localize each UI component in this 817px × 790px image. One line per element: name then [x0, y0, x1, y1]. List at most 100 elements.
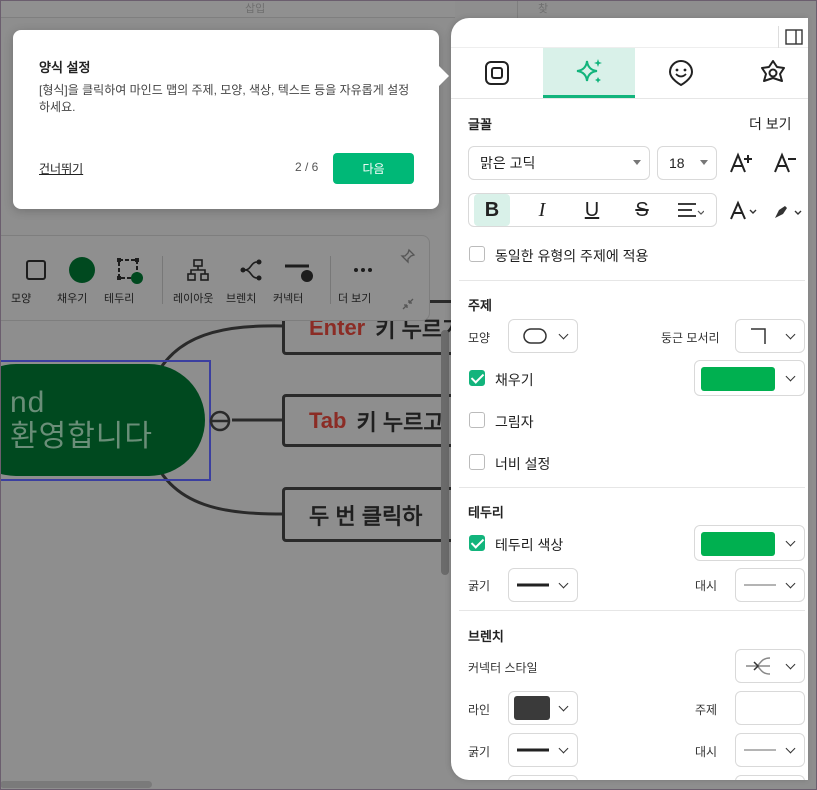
divider: [459, 280, 805, 281]
topic-section-title: 주제: [468, 298, 492, 313]
underline-button[interactable]: U: [574, 194, 610, 226]
collapse-toolbar-icon[interactable]: [400, 296, 416, 312]
border-color-label: 테두리 색상: [495, 537, 564, 553]
fill-checkbox[interactable]: [469, 370, 485, 386]
more-dots-icon: [338, 256, 388, 284]
toolbar-layout-button[interactable]: 레이아웃: [173, 256, 223, 305]
divider: [459, 610, 805, 611]
skip-link[interactable]: 건너뛰기: [39, 160, 83, 177]
emoji-icon: [668, 59, 694, 87]
floating-format-toolbar: 모양 채우기 테두리 레이아웃 브렌치 커넥터 더 보기: [0, 235, 430, 321]
topic-key: Tab: [309, 407, 347, 433]
branch-dash-select[interactable]: [735, 733, 805, 767]
fill-color-select[interactable]: [694, 360, 805, 396]
border-weight-select[interactable]: [508, 568, 578, 602]
theme-flower-icon: [761, 60, 785, 82]
text-format-group: B I U S: [468, 193, 717, 227]
border-dash-label: 대시: [695, 579, 718, 593]
branch-weight-label: 굵기: [468, 745, 491, 759]
thick-line-icon: [517, 583, 549, 587]
chevron-down-icon: [558, 329, 569, 340]
topic-tab[interactable]: Tab 키 누르고: [282, 394, 457, 447]
toolbar-border-button[interactable]: 테두리: [104, 256, 154, 305]
line-color-swatch: [514, 696, 550, 720]
chevron-down-icon: [558, 701, 569, 712]
font-decrease-icon[interactable]: [773, 152, 797, 174]
corner-radius-icon: [751, 328, 766, 344]
collapse-toggle-icon[interactable]: [208, 409, 232, 433]
strikethrough-button[interactable]: S: [624, 194, 660, 226]
font-color-icon[interactable]: [729, 200, 761, 222]
bold-button[interactable]: B: [474, 194, 510, 226]
shape-label: 모양: [468, 331, 491, 345]
toolbar-label: 브렌치: [226, 293, 257, 305]
font-more-link[interactable]: 더 보기: [749, 114, 792, 134]
pin-icon[interactable]: [400, 248, 416, 264]
panel-toggle-button[interactable]: [778, 26, 808, 48]
panel-tabs: [451, 48, 808, 99]
topic-double-click[interactable]: 두 번 클릭하: [282, 487, 457, 542]
toolbar-connector-button[interactable]: 커넥터: [273, 256, 323, 305]
border-color-checkbox[interactable]: [469, 535, 485, 551]
apply-same-type-label: 동일한 유형의 주제에 적용: [495, 248, 649, 264]
toolbar-more-button[interactable]: 더 보기: [338, 256, 388, 305]
toolbar-divider: [162, 256, 163, 304]
line-color-select[interactable]: [508, 691, 578, 725]
align-left-icon: [678, 203, 704, 217]
next-row-select[interactable]: [508, 775, 578, 780]
toolbar-label: 더 보기: [338, 293, 372, 305]
highlighter-icon[interactable]: [771, 202, 805, 222]
next-button[interactable]: 다음: [333, 153, 414, 184]
font-increase-icon[interactable]: [729, 152, 753, 174]
tab-ai[interactable]: [543, 48, 635, 98]
align-button[interactable]: [672, 194, 708, 226]
thick-line-icon: [517, 748, 549, 752]
chevron-down-icon: [558, 743, 569, 754]
format-panel: 글꼴 더 보기 맑은 고딕 18 B I U S 동일한 유형의 주제에 적용 …: [451, 18, 808, 780]
toolbar-branch-button[interactable]: 브렌치: [226, 256, 276, 305]
tab-style[interactable]: [451, 48, 543, 98]
border-color-select[interactable]: [694, 525, 805, 561]
toolbar-label: 레이아웃: [173, 293, 214, 305]
width-label: 너비 설정: [495, 456, 551, 472]
connector-style-select[interactable]: [735, 649, 805, 683]
toolbar-label: 테두리: [104, 293, 135, 305]
border-dash-select[interactable]: [735, 568, 805, 602]
solid-line-icon: [744, 749, 776, 751]
tooltip-page-indicator: 2 / 6: [295, 160, 319, 174]
toolbar-shape-button[interactable]: 모양: [11, 256, 61, 305]
font-family-select[interactable]: 맑은 고딕: [468, 146, 650, 180]
italic-button[interactable]: I: [524, 194, 560, 226]
branch-weight-select[interactable]: [508, 733, 578, 767]
layout-tree-icon: [173, 256, 223, 284]
horizontal-scrollbar[interactable]: [0, 781, 152, 788]
corner-select[interactable]: [735, 319, 805, 353]
font-size-value: 18: [669, 155, 685, 171]
shape-select[interactable]: [508, 319, 578, 353]
apply-same-type-checkbox[interactable]: [469, 246, 485, 262]
branch-topic-select[interactable]: [735, 691, 805, 725]
border-weight-label: 굵기: [468, 579, 491, 593]
sidebar-panel-icon: [784, 29, 803, 45]
chevron-down-icon: [785, 659, 796, 670]
vertical-scrollbar[interactable]: [441, 330, 449, 575]
toolbar-label: 채우기: [57, 293, 88, 305]
toolbar-fill-button[interactable]: 채우기: [57, 256, 107, 305]
tooltip-title: 양식 설정: [39, 60, 91, 75]
chevron-down-icon: [558, 578, 569, 589]
line-color-label: 라인: [468, 703, 491, 717]
shadow-label: 그림자: [495, 414, 534, 430]
topic-text: 키 누르고: [356, 409, 444, 435]
width-checkbox[interactable]: [469, 454, 485, 470]
fill-circle-icon: [57, 256, 107, 284]
tab-emoji[interactable]: [635, 48, 727, 98]
branch-dash-label: 대시: [695, 745, 718, 759]
topic-text: 두 번 클릭하: [309, 503, 423, 529]
branch-icon: [226, 256, 276, 284]
chevron-down-icon: [785, 536, 796, 547]
shadow-checkbox[interactable]: [469, 412, 485, 428]
menu-separator: [517, 0, 518, 18]
tab-theme[interactable]: [727, 48, 808, 98]
next-row-select[interactable]: [735, 775, 805, 780]
font-size-select[interactable]: 18: [657, 146, 717, 180]
